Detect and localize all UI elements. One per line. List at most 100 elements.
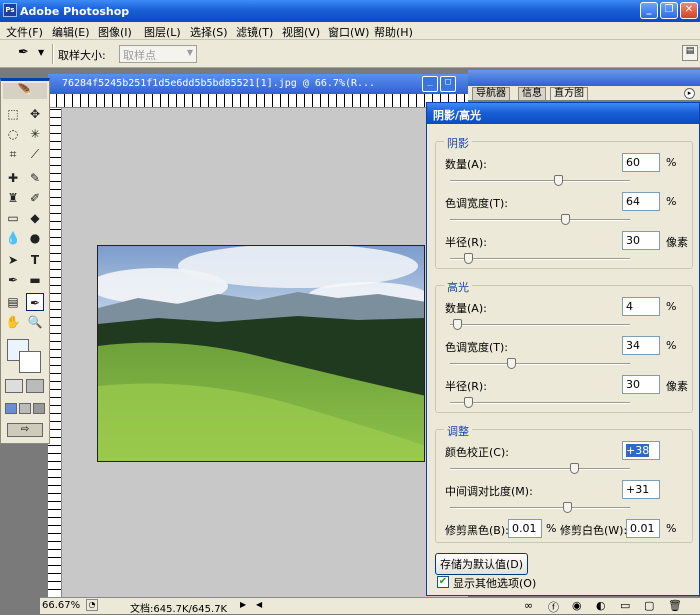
midtone-contrast-field[interactable]: +31 <box>622 480 660 499</box>
adjustment-layer-icon[interactable]: ◐ <box>596 599 606 612</box>
status-menu-arrow-icon[interactable]: ▶ <box>240 600 246 609</box>
white-clip-field[interactable]: 0.01 <box>626 519 660 538</box>
minimize-icon[interactable]: _ <box>640 2 658 19</box>
menu-help[interactable]: 帮助(H) <box>374 24 413 40</box>
marquee-tool-icon[interactable]: ⬚ <box>4 105 22 123</box>
menu-view[interactable]: 视图(V) <box>282 24 320 40</box>
tab-navigator[interactable]: 导航器 <box>472 87 510 100</box>
screen-mode-full-icon[interactable] <box>33 403 45 414</box>
quick-mask-icon[interactable] <box>26 379 44 393</box>
screen-mode-standard-icon[interactable] <box>5 403 17 414</box>
zoom-level[interactable]: 66.67% <box>42 600 80 611</box>
new-layer-icon[interactable]: ▢ <box>644 599 654 612</box>
show-more-options-checkbox[interactable]: ✔ <box>437 576 449 588</box>
palette-well-icon[interactable]: ▤ <box>682 45 698 61</box>
shadow-tonal-width-slider[interactable] <box>450 214 630 225</box>
color-correction-field[interactable]: +38 <box>622 441 660 460</box>
shape-tool-icon[interactable]: ▬ <box>26 271 44 289</box>
shadow-radius-slider-thumb[interactable] <box>464 253 473 264</box>
shadow-radius-slider[interactable] <box>450 253 630 264</box>
feather-logo-icon[interactable]: 🪶 <box>3 83 47 99</box>
save-as-default-button[interactable]: 存储为默认值(D) <box>435 553 529 575</box>
background-color-swatch[interactable] <box>19 351 41 373</box>
menu-file[interactable]: 文件(F) <box>6 24 43 40</box>
standard-mode-icon[interactable] <box>5 379 23 393</box>
palette-title-bar <box>468 70 700 86</box>
menu-layer[interactable]: 图层(L) <box>144 24 181 40</box>
vertical-ruler[interactable] <box>48 108 62 598</box>
midtone-contrast-slider[interactable] <box>450 502 630 513</box>
trash-icon[interactable]: 🗑 <box>668 599 682 612</box>
shadow-tonal-width-unit: % <box>666 195 677 208</box>
notes-tool-icon[interactable]: ▤ <box>4 293 22 311</box>
highlight-amount-slider[interactable] <box>450 319 630 330</box>
shadow-tonal-width-field[interactable]: 64 <box>622 192 660 211</box>
eyedropper-tool-icon[interactable]: ✒ <box>26 293 44 311</box>
chevron-down-icon[interactable]: ▼ <box>38 48 44 57</box>
menu-filter[interactable]: 滤镜(T) <box>236 24 273 40</box>
color-correction-slider[interactable] <box>450 463 630 474</box>
shadow-amount-slider-thumb[interactable] <box>554 175 563 186</box>
status-icon[interactable]: ◔ <box>86 599 98 611</box>
highlight-radius-slider-thumb[interactable] <box>464 397 473 408</box>
zoom-tool-icon[interactable]: 🔍 <box>26 313 44 331</box>
lasso-tool-icon[interactable]: ◌ <box>4 125 22 143</box>
tab-info[interactable]: 信息 <box>518 87 546 100</box>
highlight-amount-field[interactable]: 4 <box>622 297 660 316</box>
shadow-radius-field[interactable]: 30 <box>622 231 660 250</box>
highlight-tonal-width-slider-thumb[interactable] <box>507 358 517 369</box>
shadow-amount-field[interactable]: 60 <box>622 153 660 172</box>
midtone-contrast-slider-thumb[interactable] <box>563 502 572 513</box>
doc-maximize-icon[interactable]: □ <box>440 76 456 92</box>
paint-bucket-icon[interactable]: ◆ <box>26 209 44 227</box>
highlight-tonal-width-slider[interactable] <box>450 358 630 369</box>
menu-edit[interactable]: 编辑(E) <box>52 24 90 40</box>
palette-menu-icon[interactable]: ▸ <box>684 88 695 99</box>
shadow-tonal-width-slider-thumb[interactable] <box>561 214 571 225</box>
black-clip-field[interactable]: 0.01 <box>508 519 542 538</box>
highlight-amount-slider-thumb[interactable] <box>453 319 463 330</box>
sample-size-select[interactable]: 取样点 ▼ <box>119 45 197 63</box>
history-brush-icon[interactable]: ✐ <box>26 189 44 207</box>
landscape-photo[interactable] <box>97 245 425 462</box>
blur-tool-icon[interactable]: 💧 <box>4 229 22 247</box>
doc-minimize-icon[interactable]: _ <box>422 76 438 92</box>
color-correction-slider-thumb[interactable] <box>570 463 580 474</box>
layer-style-icon[interactable]: ⓕ <box>548 599 559 615</box>
shadow-amount-slider[interactable] <box>450 175 630 186</box>
new-group-icon[interactable]: ▭ <box>620 599 630 612</box>
menu-image[interactable]: 图像(I) <box>98 24 132 40</box>
black-clip-label: 修剪黑色(B): <box>445 524 509 537</box>
restore-icon[interactable]: ❐ <box>660 2 678 19</box>
eyedropper-icon[interactable]: ✒ <box>18 45 29 60</box>
adjustments-group-title: 调整 <box>444 423 472 439</box>
highlight-radius-field[interactable]: 30 <box>622 375 660 394</box>
highlight-tonal-width-field[interactable]: 34 <box>622 336 660 355</box>
pen-tool-icon[interactable]: ✒ <box>4 271 22 289</box>
clone-stamp-icon[interactable]: ♜ <box>4 189 22 207</box>
brush-tool-icon[interactable]: ✎ <box>26 169 44 187</box>
scroll-left-icon[interactable]: ◀ <box>256 600 262 609</box>
magic-wand-icon[interactable]: ✳ <box>26 125 44 143</box>
dodge-tool-icon[interactable]: ● <box>26 229 44 247</box>
jump-to-imageready-icon[interactable]: ⇨ <box>7 423 43 437</box>
screen-mode-full-menu-icon[interactable] <box>19 403 31 414</box>
highlight-radius-slider[interactable] <box>450 397 630 408</box>
menu-window[interactable]: 窗口(W) <box>328 24 369 40</box>
layer-mask-icon[interactable]: ◉ <box>572 599 582 612</box>
hand-tool-icon[interactable]: ✋ <box>4 313 22 331</box>
white-clip-label: 修剪白色(W): <box>560 524 628 537</box>
horizontal-ruler[interactable] <box>48 94 468 108</box>
crop-tool-icon[interactable]: ⌗ <box>4 145 22 163</box>
healing-brush-icon[interactable]: ✚ <box>4 169 22 187</box>
move-tool-icon[interactable]: ✥ <box>26 105 44 123</box>
link-layers-icon[interactable]: ∞ <box>524 599 533 612</box>
eraser-tool-icon[interactable]: ▭ <box>4 209 22 227</box>
type-tool-icon[interactable]: T <box>26 251 44 269</box>
highlight-amount-label: 数量(A): <box>445 302 487 315</box>
menu-select[interactable]: 选择(S) <box>190 24 228 40</box>
tab-histogram[interactable]: 直方图 <box>550 87 588 100</box>
slice-tool-icon[interactable]: ⟋ <box>26 145 44 163</box>
close-icon[interactable]: ✕ <box>680 2 698 19</box>
path-selection-icon[interactable]: ➤ <box>4 251 22 269</box>
